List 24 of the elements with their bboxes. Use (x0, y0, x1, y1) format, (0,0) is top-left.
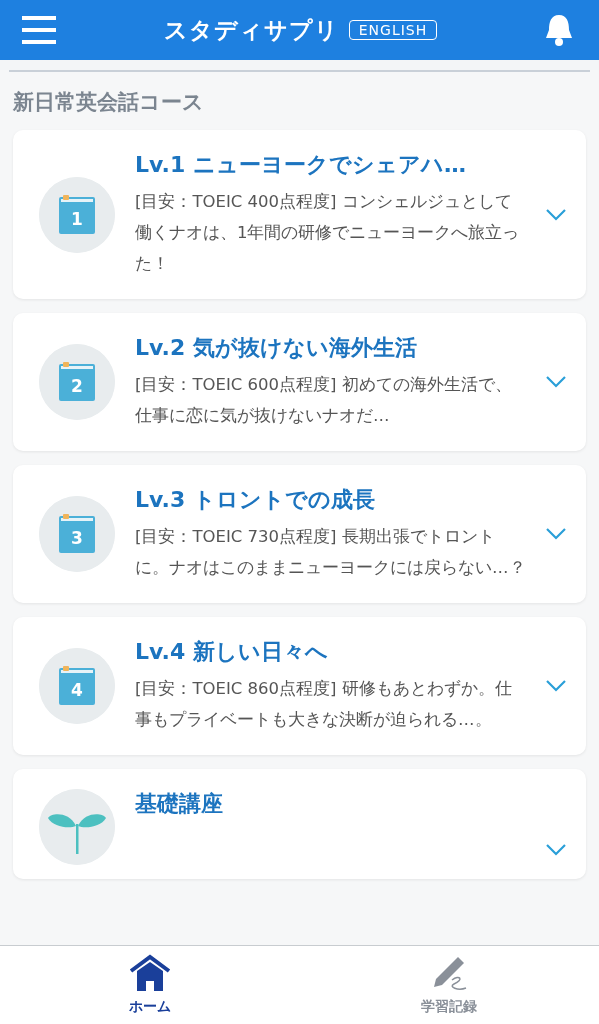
course-title: Lv.2 気が抜けない海外生活 (135, 334, 418, 362)
course-card[interactable]: 4 Lv.4 新しい日々へ [目安：TOEIC 860点程度] 研修もあとわずか。仕事もプライベートも大きな決断が迫られる…。 (13, 617, 586, 755)
course-card[interactable]: 1 Lv.1 ニューヨークでシェアハ… [目安：TOEIC 400点程度] コンシェルジュとして働くナオは、1年間の研修でニューヨークへ旅立った！ (13, 130, 586, 299)
app-logo: スタディサプリ (163, 15, 339, 45)
chevron-down-icon[interactable] (546, 528, 566, 540)
chevron-down-icon[interactable] (546, 376, 566, 388)
course-description: [目安：TOEIC 400点程度] コンシェルジュとして働くナオは、1年間の研修でニューヨークへ旅立った！ (135, 191, 521, 275)
section-title: 新日常英会話コース (13, 89, 204, 116)
course-description: [目安：TOEIC 730点程度] 長期出張でトロントに。ナオはこのままニューヨークには戻らない…？ (135, 526, 526, 579)
course-title: 基礎講座 (135, 790, 224, 818)
course-title: Lv.3 トロントでの成長 (135, 486, 376, 514)
course-description: [目安：TOEIC 860点程度] 研修もあとわずか。仕事もプライベートも大きな決断が迫られる…。 (135, 678, 513, 731)
course-title: Lv.4 新しい日々へ (135, 638, 329, 666)
logo-tag: ENGLISH (348, 20, 438, 40)
chevron-down-icon[interactable] (546, 680, 566, 692)
chevron-down-icon[interactable] (546, 844, 566, 856)
course-title: Lv.1 ニューヨークでシェアハ… (135, 151, 467, 179)
home-icon (128, 954, 171, 994)
course-description: [目安：TOEIC 600点程度] 初めての海外生活で、仕事に恋に気が抜けないナオだ… (135, 374, 513, 427)
nav-tab[interactable]: ホーム (0, 946, 300, 1024)
chevron-down-icon[interactable] (546, 208, 566, 221)
course-card[interactable]: 2 Lv.2 気が抜けない海外生活 [目安：TOEIC 600点程度] 初めての海外生活で、仕事に恋に気が抜けないナオだ… (13, 313, 586, 451)
course-card[interactable]: 3 Lv.3 トロントでの成長 [目安：TOEIC 730点程度] 長期出張でトロントに。ナオはこのままニューヨークには戻らない…？ (13, 465, 586, 603)
course-card[interactable]: 基礎講座 (13, 769, 586, 879)
